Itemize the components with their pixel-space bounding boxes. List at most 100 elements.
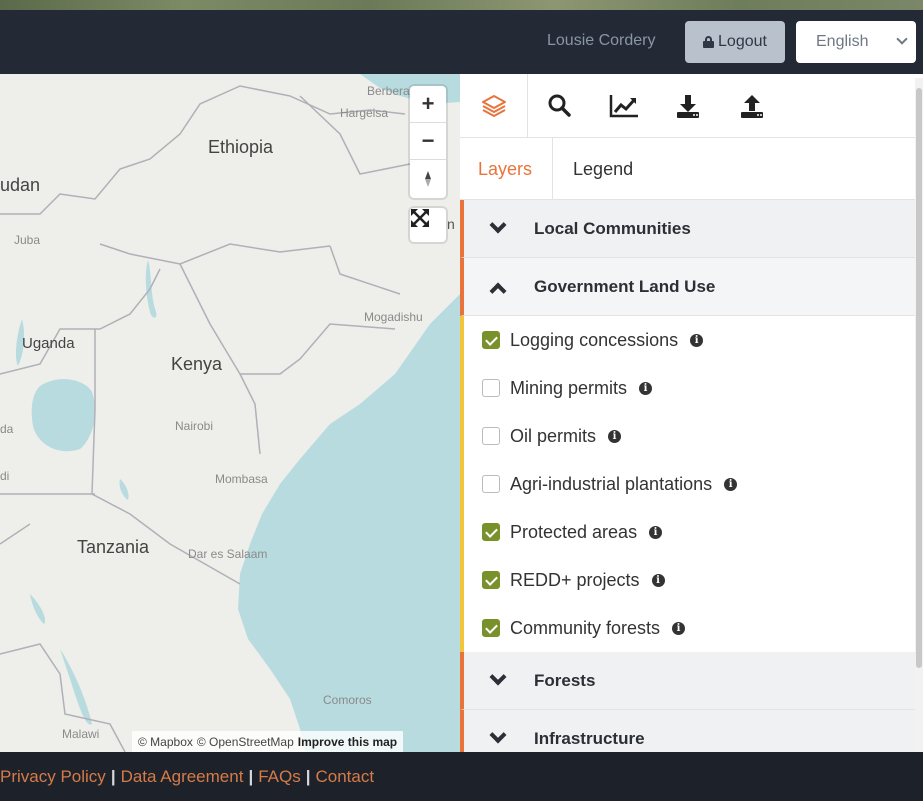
- map-attribution: © Mapbox © OpenStreetMap Improve this ma…: [132, 731, 404, 752]
- section-forests[interactable]: Forests: [460, 652, 915, 710]
- layer-label: Community forests: [510, 617, 661, 638]
- layer-checkbox[interactable]: [482, 379, 500, 397]
- fullscreen-button[interactable]: [410, 208, 446, 242]
- zoom-control: + −: [410, 86, 446, 198]
- layers-tool-button[interactable]: [460, 74, 528, 138]
- language-select[interactable]: English: [796, 21, 916, 63]
- improve-map-link[interactable]: Improve this map: [298, 735, 397, 749]
- footer-separator: |: [248, 766, 254, 786]
- privacy-policy-link[interactable]: Privacy Policy: [0, 767, 106, 787]
- section-title: Government Land Use: [534, 276, 716, 296]
- chart-icon: [609, 95, 638, 118]
- footer: Privacy Policy | Data Agreement | FAQs |…: [0, 752, 923, 801]
- tab-legend[interactable]: Legend: [553, 138, 633, 200]
- map-label-malawi: Malawi: [62, 727, 100, 741]
- zoom-out-button[interactable]: −: [410, 123, 446, 160]
- scrollbar-thumb[interactable]: [916, 88, 922, 668]
- compass-icon: [425, 170, 431, 187]
- chevron-down-icon: [489, 668, 507, 685]
- info-icon[interactable]: i: [639, 381, 653, 395]
- map-label-partial-n: n: [447, 216, 455, 232]
- layer-checkbox[interactable]: [482, 523, 500, 541]
- chevron-down-icon: [489, 726, 507, 743]
- info-icon[interactable]: i: [649, 525, 663, 539]
- layer-redd-projects: REDD+ projects i: [460, 556, 915, 604]
- info-icon[interactable]: i: [608, 429, 622, 443]
- map-view[interactable]: Berbera Hargeisa Ethiopia udan Juba Moga…: [0, 74, 460, 752]
- top-header: Lousie Cordery Logout English: [0, 10, 923, 74]
- osm-attribution-link[interactable]: © OpenStreetMap: [197, 735, 294, 749]
- map-label-juba: Juba: [14, 233, 41, 247]
- layer-protected-areas: Protected areas i: [460, 508, 915, 556]
- map-label-partial-di: di: [0, 469, 10, 483]
- footer-separator: |: [110, 766, 116, 786]
- zoom-in-button[interactable]: +: [410, 86, 446, 123]
- map-basemap: [0, 74, 460, 752]
- layer-checkbox[interactable]: [482, 331, 500, 349]
- layer-logging-concessions: Logging concessions i: [460, 316, 915, 364]
- layer-checkbox[interactable]: [482, 619, 500, 637]
- info-icon[interactable]: i: [724, 477, 738, 491]
- faqs-link[interactable]: FAQs: [258, 767, 301, 787]
- layer-label: Logging concessions: [510, 329, 679, 350]
- map-label-mombasa: Mombasa: [215, 472, 268, 486]
- download-tool-button[interactable]: [656, 74, 720, 138]
- layer-checkbox[interactable]: [482, 475, 500, 493]
- chart-tool-button[interactable]: [592, 74, 656, 138]
- layers-icon: [481, 95, 506, 117]
- map-label-uganda: Uganda: [22, 335, 75, 352]
- section-local-communities[interactable]: Local Communities: [460, 200, 915, 258]
- info-icon[interactable]: i: [651, 573, 665, 587]
- map-label-partial-da: da: [0, 422, 14, 436]
- upload-icon: [741, 95, 763, 118]
- map-label-mogadishu: Mogadishu: [364, 310, 423, 324]
- language-value: English: [816, 33, 869, 50]
- chevron-up-icon: [489, 282, 507, 299]
- tab-layers[interactable]: Layers: [460, 138, 554, 200]
- search-icon: [548, 94, 571, 117]
- lock-icon: [703, 36, 715, 48]
- layer-mining-permits: Mining permits i: [460, 364, 915, 412]
- layer-oil-permits: Oil permits i: [460, 412, 915, 460]
- info-icon[interactable]: i: [690, 333, 704, 347]
- layer-community-forests: Community forests i: [460, 604, 915, 652]
- fullscreen-icon: [411, 209, 429, 227]
- logout-button[interactable]: Logout: [685, 21, 785, 63]
- map-label-hargeisa: Hargeisa: [340, 106, 389, 120]
- layer-agri-industrial-plantations: Agri-industrial plantations i: [460, 460, 915, 508]
- contact-link[interactable]: Contact: [315, 767, 374, 787]
- logout-label: Logout: [718, 33, 767, 50]
- layers-list: Local Communities Government Land Use Lo…: [460, 200, 915, 752]
- mapbox-attribution-link[interactable]: © Mapbox: [138, 735, 193, 749]
- map-label-dar-es-salaam: Dar es Salaam: [188, 547, 268, 561]
- panel-tabs: Layers Legend: [460, 138, 915, 200]
- map-label-kenya: Kenya: [171, 354, 223, 374]
- layer-label: Agri-industrial plantations: [510, 473, 713, 494]
- layer-checkbox[interactable]: [482, 427, 500, 445]
- section-government-land-use[interactable]: Government Land Use: [460, 258, 915, 316]
- chevron-down-icon: [489, 216, 507, 233]
- layer-label: Oil permits: [510, 425, 597, 446]
- side-panel: Layers Legend Local Communities Governme…: [460, 74, 923, 752]
- section-title: Infrastructure: [534, 728, 645, 748]
- section-infrastructure[interactable]: Infrastructure: [460, 710, 915, 752]
- chevron-down-icon: [896, 33, 908, 45]
- layer-checkbox[interactable]: [482, 571, 500, 589]
- satellite-banner-strip: [0, 0, 923, 10]
- map-label-berbera: Berbera: [367, 84, 410, 98]
- section-title: Forests: [534, 670, 596, 690]
- map-label-sudan: udan: [0, 175, 41, 195]
- download-icon: [677, 95, 699, 118]
- layer-label: Mining permits: [510, 377, 628, 398]
- data-agreement-link[interactable]: Data Agreement: [121, 767, 244, 787]
- footer-separator: |: [305, 766, 311, 786]
- section-title: Local Communities: [534, 218, 691, 238]
- upload-tool-button[interactable]: [720, 74, 784, 138]
- user-name[interactable]: Lousie Cordery: [547, 32, 656, 50]
- map-label-ethiopia: Ethiopia: [208, 137, 274, 157]
- info-icon[interactable]: i: [672, 621, 686, 635]
- compass-button[interactable]: [410, 160, 446, 197]
- search-tool-button[interactable]: [528, 74, 592, 138]
- panel-scrollbar[interactable]: [915, 78, 923, 752]
- map-label-comoros: Comoros: [323, 693, 372, 707]
